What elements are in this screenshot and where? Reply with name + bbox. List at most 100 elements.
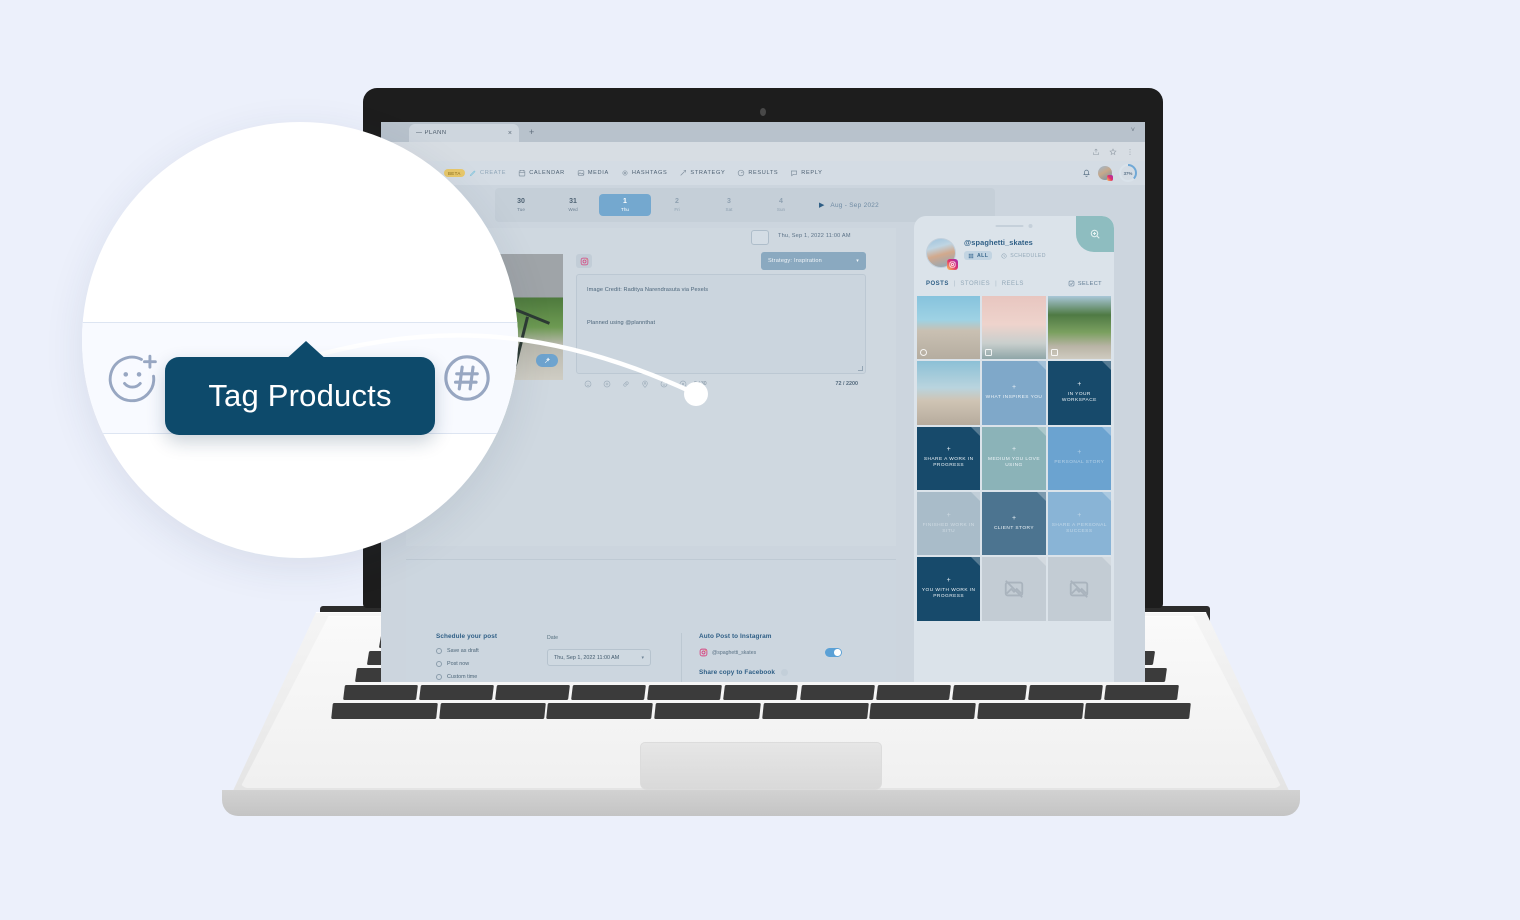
idea-label: SHARE A PERSONAL SUCCESS: [1051, 522, 1107, 534]
radio-button[interactable]: [436, 648, 442, 654]
date-cell-thu[interactable]: 1 Thu: [599, 194, 651, 216]
grid-cell-photo[interactable]: [917, 296, 981, 360]
schedule-option-0[interactable]: Save as draft: [436, 648, 479, 654]
avatar[interactable]: [1098, 166, 1113, 181]
corner-fold: [1101, 426, 1111, 436]
profile-handle: @spaghetti_skates: [964, 238, 1033, 247]
grid-tab-posts[interactable]: POSTS: [926, 281, 949, 287]
schedule-option-1[interactable]: Post now: [436, 661, 469, 667]
date-number: 4: [779, 198, 783, 205]
grid-cell-idea[interactable]: + PERSONAL STORY: [1047, 426, 1111, 490]
date-number: 30: [517, 198, 525, 205]
browser-tab[interactable]: — PLANN ×: [409, 124, 519, 142]
keyboard-key: [1027, 685, 1103, 700]
profile-progress-ring[interactable]: 37%: [1119, 164, 1137, 182]
nav-item-strategy[interactable]: STRATEGY: [679, 169, 725, 177]
nav-item-hashtags[interactable]: HASHTAGS: [621, 169, 668, 177]
emoji-sticker-icon[interactable]: [102, 347, 164, 409]
hashtag-circle-icon[interactable]: [436, 347, 498, 409]
comment-bubble-icon[interactable]: [751, 230, 769, 245]
share-icon[interactable]: [1092, 148, 1100, 156]
photo-thumbnail: [917, 361, 981, 425]
month-range-label: Aug - Sep 2022: [830, 201, 880, 209]
add-icon: +: [1011, 446, 1017, 454]
caption-line-1: Image Credit: Raditya Narendrasuta via P…: [587, 287, 709, 293]
platform-instagram-icon[interactable]: [576, 254, 592, 268]
new-tab-icon[interactable]: +: [529, 127, 534, 138]
grid-cell-idea[interactable]: + MEDIUM YOU LOVE USING: [982, 426, 1046, 490]
nav-item-media[interactable]: MEDIA: [577, 169, 609, 177]
date-dropdown[interactable]: Thu, Sep 1, 2022 11:00 AM ▾: [547, 649, 651, 666]
add-media-icon[interactable]: [603, 380, 611, 388]
nav-item-reply[interactable]: REPLY: [790, 169, 822, 177]
close-icon[interactable]: ×: [508, 130, 512, 137]
beta-badge: BETA: [444, 169, 465, 177]
instagram-icon: [947, 259, 958, 270]
grid-cell-placeholder[interactable]: [982, 557, 1046, 621]
radio-button[interactable]: [436, 661, 442, 667]
grid-cell-placeholder[interactable]: [1047, 557, 1111, 621]
edit-image-button[interactable]: [536, 354, 558, 367]
location-icon[interactable]: [641, 380, 649, 388]
strategy-dropdown[interactable]: Strategy: Inspiration ▾: [761, 252, 866, 270]
profile-avatar[interactable]: [926, 238, 958, 270]
date-cell-sun[interactable]: 4 Sun: [755, 194, 807, 216]
browser-menu-icon[interactable]: [1126, 148, 1134, 156]
photo-thumbnail: [1047, 296, 1111, 360]
photo-thumbnail: [982, 296, 1046, 360]
emoji-icon[interactable]: [584, 380, 592, 388]
chevron-down-icon[interactable]: ˅: [1131, 127, 1135, 134]
grid-cell-photo[interactable]: [917, 361, 981, 425]
grid-cell-idea[interactable]: + FINISHED WORK IN SITU: [917, 491, 981, 556]
radio-button[interactable]: [436, 674, 442, 680]
grid-cell-idea[interactable]: + IN YOUR WORKSPACE: [1047, 361, 1111, 425]
strategy-label: Strategy: Inspiration: [768, 258, 822, 264]
sticker-icon[interactable]: [660, 380, 668, 388]
main-nav: CREATE CALENDAR MEDIA HASHTAGS STRATEGY RESUL…: [469, 169, 822, 177]
grid-cell-photo[interactable]: [982, 296, 1046, 360]
grid-cell-idea[interactable]: + YOU WITH WORK IN PROGRESS: [917, 557, 981, 621]
grid-cell-photo[interactable]: [1047, 296, 1111, 360]
date-cell-tue[interactable]: 30 Tue: [495, 194, 547, 216]
profile-row: @spaghetti_skates ALL SCHEDULED: [926, 238, 1046, 270]
checkbox-icon: [1068, 280, 1075, 287]
date-weekday: Tue: [517, 207, 525, 212]
next-week-arrow-icon[interactable]: ▶: [819, 201, 824, 209]
link-icon[interactable]: [622, 380, 630, 388]
photo-thumbnail: [917, 296, 981, 360]
nav-item-results[interactable]: RESULTS: [737, 169, 778, 177]
grid-cell-idea[interactable]: + CLIENT STORY: [982, 491, 1046, 556]
date-weekday: Sat: [725, 207, 733, 212]
chevron-down-icon: ▾: [641, 654, 644, 661]
keyboard-key: [343, 685, 418, 700]
grid-cell-idea[interactable]: + SHARE A WORK IN PROGRESS: [917, 426, 981, 490]
bookmark-star-icon[interactable]: [1109, 147, 1117, 156]
select-button[interactable]: SELECT: [1068, 280, 1102, 287]
grid-filter-scheduled[interactable]: SCHEDULED: [1001, 253, 1046, 259]
grid-tabs-row: POSTS | STORIES | REELS SELECT: [926, 280, 1102, 287]
grid-tab-stories[interactable]: STORIES: [960, 281, 990, 287]
caption-textarea[interactable]: Image Credit: Raditya Narendrasuta via P…: [576, 274, 866, 374]
keyboard-key: [1084, 703, 1191, 719]
resize-handle[interactable]: [858, 366, 863, 371]
date-cell-sat[interactable]: 3 Sat: [703, 194, 755, 216]
schedule-section: [406, 559, 896, 681]
results-icon: [738, 169, 745, 177]
add-icon: +: [946, 511, 951, 519]
date-cell-wed[interactable]: 31 Wed: [547, 194, 599, 216]
nav-item-calendar[interactable]: CALENDAR: [518, 169, 565, 177]
grid-cell-idea[interactable]: + WHAT INSPIRES YOU: [982, 361, 1046, 425]
grid-tab-reels[interactable]: REELS: [1002, 281, 1024, 287]
image-placeholder-icon: [1070, 580, 1089, 598]
date-cell-fri[interactable]: 2 Fri: [651, 194, 703, 216]
zoom-in-button[interactable]: [1076, 216, 1114, 252]
grid-filter-all[interactable]: ALL: [964, 251, 993, 260]
nav-item-label: MEDIA: [587, 170, 609, 176]
schedule-option-2[interactable]: Custom time: [436, 674, 477, 680]
nav-item-label: CREATE: [480, 170, 507, 176]
auto-post-toggle[interactable]: [825, 648, 842, 657]
nav-item-create[interactable]: CREATE: [469, 169, 506, 177]
notifications-icon[interactable]: [1082, 169, 1091, 178]
idea-tile: + SHARE A PERSONAL SUCCESS: [1047, 491, 1111, 556]
grid-cell-idea[interactable]: + SHARE A PERSONAL SUCCESS: [1047, 491, 1111, 556]
